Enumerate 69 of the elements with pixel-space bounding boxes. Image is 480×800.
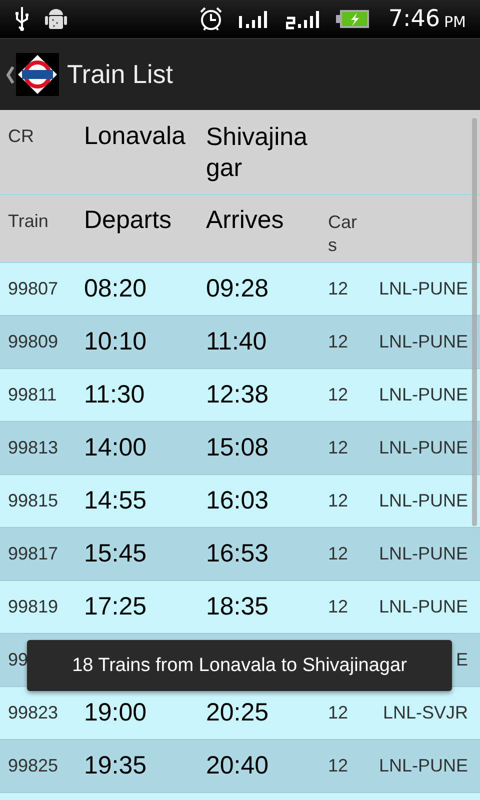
car-count: 12 (328, 278, 348, 300)
train-number: 99811 (8, 384, 57, 406)
train-row[interactable]: 99813 14:00 15:08 12 LNL-PUNE (0, 422, 480, 475)
departure-time: 08:20 (84, 274, 147, 304)
departure-time: 10:10 (84, 328, 147, 356)
arrival-time: 16:03 (206, 486, 269, 516)
screen-title: Train List (67, 59, 173, 90)
column-header: Train (8, 211, 48, 232)
battery-charging-icon (336, 8, 370, 30)
train-row[interactable]: 99809 10:10 11:40 12 LNL-PUNE (0, 316, 480, 369)
car-count: 12 (328, 756, 348, 776)
car-count: 12 (328, 490, 348, 512)
pune-logo-icon[interactable] (16, 53, 59, 96)
scrollbar[interactable] (472, 118, 477, 526)
departure-time: 11:30 (84, 380, 145, 410)
arrival-time: 20:40 (206, 752, 269, 780)
arrival-time: 11:40 (206, 328, 267, 356)
car-count: 12 (328, 702, 348, 724)
car-count: 12 (328, 332, 348, 352)
car-count: 12 (328, 438, 348, 458)
route-code: LNL-PUNE (378, 278, 468, 300)
departure-time: 17:25 (84, 592, 147, 622)
message-toast: 18 Trains from Lonavala to Shivajinagar (27, 640, 452, 691)
route-code: LNL-PUNE (378, 438, 468, 458)
departure-time: 15:45 (84, 540, 147, 568)
arrival-time: 20:25 (206, 698, 269, 728)
line-label: CR (8, 126, 34, 147)
car-count: 12 (328, 596, 348, 618)
car-count: 12 (328, 544, 348, 564)
clock-time: 7:46 (388, 6, 440, 32)
departure-time: 19:35 (84, 752, 147, 780)
train-number: 99817 (8, 544, 58, 564)
train-number: 99823 (8, 702, 58, 724)
train-number: 99813 (8, 438, 58, 458)
column-header: Departs (84, 206, 172, 235)
column-header: Cars (328, 211, 358, 256)
route-code: LNL-PUNE (378, 332, 468, 352)
route-code: LNL-PUNE (378, 490, 468, 512)
origin-station: Lonavala (84, 122, 186, 151)
route-code: LNL-PUNE (378, 544, 468, 564)
arrival-time: 16:53 (206, 540, 269, 568)
arrival-time: 12:38 (206, 380, 269, 410)
car-count: 12 (328, 384, 348, 406)
route-code: LNL-PUNE (378, 596, 468, 618)
departure-time: 14:55 (84, 486, 147, 516)
usb-icon (14, 6, 30, 32)
route-code: LNL-PUNE (378, 756, 468, 776)
arrival-time: 18:35 (206, 592, 269, 622)
train-number: 99815 (8, 490, 58, 512)
train-row[interactable]: 99825 19:35 20:40 12 LNL-PUNE (0, 740, 480, 793)
train-number: 99 (8, 650, 28, 670)
train-number: 99819 (8, 596, 58, 618)
departure-time: 14:00 (84, 434, 147, 462)
destination-station: Shivajinagar (206, 122, 308, 184)
train-number: 99809 (8, 332, 58, 352)
clock-period: PM (444, 12, 466, 30)
train-number: 99807 (8, 278, 58, 300)
train-number: 99825 (8, 756, 58, 776)
route-code: LNL-PUNE (378, 384, 468, 406)
column-header: Arrives (206, 206, 284, 235)
arrival-time: 15:08 (206, 434, 269, 462)
back-chevron-icon[interactable] (6, 66, 14, 84)
departure-time: 19:00 (84, 698, 147, 728)
alarm-clock-icon (198, 6, 224, 32)
android-icon (44, 6, 68, 32)
route-code: LNL-SVJR (382, 702, 468, 724)
train-row[interactable]: 99817 15:45 16:53 12 LNL-PUNE (0, 528, 480, 581)
arrival-time: 09:28 (206, 274, 269, 304)
route-code: E (456, 650, 468, 670)
